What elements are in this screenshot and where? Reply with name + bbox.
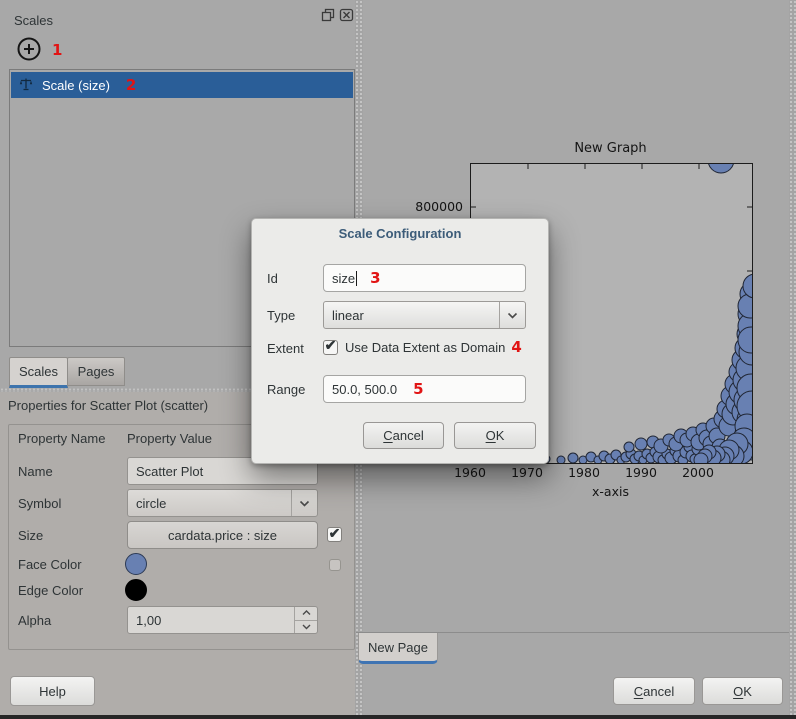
face-color-label: Face Color	[18, 557, 82, 572]
name-label: Name	[18, 464, 53, 479]
face-color-swatch[interactable]	[125, 553, 147, 575]
range-label: Range	[267, 382, 305, 397]
symbol-dropdown[interactable]: circle	[127, 489, 318, 517]
dialog-title: Scale Configuration	[252, 226, 548, 241]
y-tick-label: 800000	[403, 199, 463, 214]
scale-balance-icon	[19, 77, 33, 94]
size-mapping-value: cardata.price : size	[168, 528, 277, 543]
id-value: size	[332, 271, 355, 286]
tab-scales[interactable]: Scales	[9, 357, 68, 388]
size-enable-checkbox[interactable]	[327, 527, 342, 542]
annotation-1: 1	[52, 41, 62, 59]
x-tick-label: 1970	[505, 465, 549, 480]
right-pane-splitter[interactable]	[789, 0, 796, 719]
text-cursor	[356, 271, 357, 286]
spin-up-icon[interactable]	[295, 607, 317, 620]
type-dropdown[interactable]: linear	[323, 301, 526, 329]
scales-dock-title: Scales	[14, 13, 53, 28]
x-tick-label: 2000	[676, 465, 720, 480]
column-header-property-name: Property Name	[18, 431, 105, 446]
size-mapping-button[interactable]: cardata.price : size	[127, 521, 318, 549]
alpha-value: 1,00	[136, 613, 161, 628]
symbol-value: circle	[136, 496, 166, 511]
name-value: Scatter Plot	[136, 464, 203, 479]
id-label: Id	[267, 271, 278, 286]
type-label: Type	[267, 308, 295, 323]
properties-title: Properties for Scatter Plot (scatter)	[8, 398, 208, 413]
app-window: Scales 1 Scale (size) 2	[0, 0, 796, 719]
face-color-checkbox[interactable]	[329, 559, 341, 571]
ok-button[interactable]: OK	[702, 677, 783, 705]
tab-new-page[interactable]: New Page	[358, 633, 438, 664]
scale-configuration-dialog: Scale Configuration Id size 3 Type linea…	[251, 218, 549, 464]
cancel-button[interactable]: Cancel	[613, 677, 695, 705]
scale-list-item[interactable]: Scale (size) 2	[11, 72, 353, 98]
annotation-4: 4	[511, 338, 521, 356]
edge-color-swatch[interactable]	[125, 579, 147, 601]
spin-down-icon[interactable]	[295, 620, 317, 634]
type-value: linear	[332, 308, 364, 323]
dialog-cancel-button[interactable]: Cancel	[363, 422, 444, 449]
annotation-5: 5	[413, 380, 423, 398]
help-button[interactable]: Help	[10, 676, 95, 706]
x-tick-label: 1960	[448, 465, 492, 480]
add-scale-button[interactable]	[16, 36, 42, 62]
dialog-ok-button[interactable]: OK	[454, 422, 536, 449]
extent-check-label: Use Data Extent as Domain	[345, 340, 505, 355]
tab-pages[interactable]: Pages	[67, 357, 125, 386]
alpha-label: Alpha	[18, 613, 51, 628]
chevron-down-icon	[291, 490, 317, 516]
extent-checkbox[interactable]	[323, 340, 338, 355]
extent-label: Extent	[267, 341, 304, 356]
chevron-down-icon	[499, 302, 525, 328]
x-tick-label: 1980	[562, 465, 606, 480]
column-header-property-value: Property Value	[127, 431, 212, 446]
id-field[interactable]: size 3	[323, 264, 526, 292]
range-value: 50.0, 500.0	[332, 382, 397, 397]
size-label: Size	[18, 528, 43, 543]
detach-dock-icon[interactable]	[321, 8, 336, 22]
annotation-3: 3	[370, 269, 380, 287]
window-bottom-edge	[0, 715, 796, 719]
annotation-2: 2	[126, 76, 136, 94]
scale-item-label: Scale (size)	[42, 78, 110, 93]
plot-title: New Graph	[470, 141, 751, 156]
x-tick-label: 1990	[619, 465, 663, 480]
edge-color-label: Edge Color	[18, 583, 83, 598]
x-axis-label: x-axis	[540, 484, 681, 499]
close-dock-icon[interactable]	[339, 8, 354, 22]
extent-row: Use Data Extent as Domain 4	[323, 338, 522, 356]
alpha-spinner[interactable]: 1,00	[127, 606, 318, 634]
plus-circle-icon	[16, 36, 42, 62]
range-field[interactable]: 50.0, 500.0 5	[323, 375, 526, 403]
symbol-label: Symbol	[18, 496, 61, 511]
